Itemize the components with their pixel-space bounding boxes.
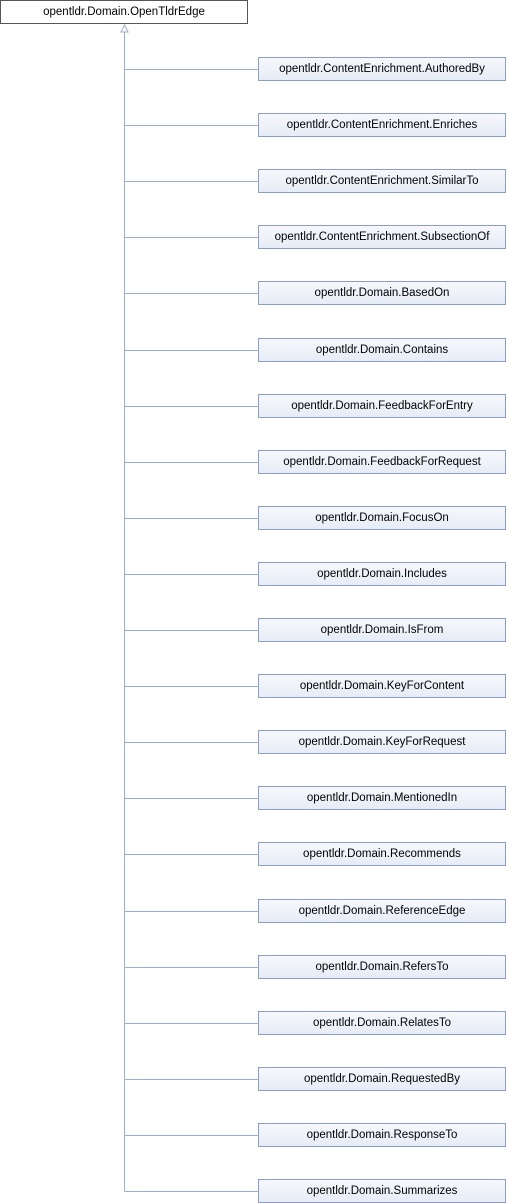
derived-class-node[interactable]: opentldr.Domain.Includes xyxy=(258,562,506,586)
derived-class-node[interactable]: opentldr.Domain.FocusOn xyxy=(258,506,506,530)
derived-class-node[interactable]: opentldr.Domain.BasedOn xyxy=(258,281,506,305)
derived-class-node[interactable]: opentldr.Domain.Summarizes xyxy=(258,1179,506,1203)
base-class-node[interactable]: opentldr.Domain.OpenTldrEdge xyxy=(0,0,248,24)
derived-class-node[interactable]: opentldr.Domain.Contains xyxy=(258,338,506,362)
derived-class-node[interactable]: opentldr.Domain.ResponseTo xyxy=(258,1123,506,1147)
derived-class-node[interactable]: opentldr.ContentEnrichment.AuthoredBy xyxy=(258,57,506,81)
derived-class-node[interactable]: opentldr.Domain.RelatesTo xyxy=(258,1011,506,1035)
derived-class-node[interactable]: opentldr.ContentEnrichment.SimilarTo xyxy=(258,169,506,193)
derived-class-node[interactable]: opentldr.Domain.IsFrom xyxy=(258,618,506,642)
derived-class-node[interactable]: opentldr.Domain.MentionedIn xyxy=(258,786,506,810)
derived-class-node[interactable]: opentldr.Domain.KeyForRequest xyxy=(258,730,506,754)
derived-class-node[interactable]: opentldr.Domain.RequestedBy xyxy=(258,1067,506,1091)
derived-class-node[interactable]: opentldr.Domain.FeedbackForRequest xyxy=(258,450,506,474)
derived-class-node[interactable]: opentldr.Domain.FeedbackForEntry xyxy=(258,394,506,418)
derived-class-node[interactable]: opentldr.ContentEnrichment.Enriches xyxy=(258,113,506,137)
derived-class-node[interactable]: opentldr.Domain.ReferenceEdge xyxy=(258,899,506,923)
derived-class-node[interactable]: opentldr.ContentEnrichment.SubsectionOf xyxy=(258,225,506,249)
derived-class-node[interactable]: opentldr.Domain.RefersTo xyxy=(258,955,506,979)
derived-class-node[interactable]: opentldr.Domain.Recommends xyxy=(258,842,506,866)
derived-class-node[interactable]: opentldr.Domain.KeyForContent xyxy=(258,674,506,698)
inheritance-arrowhead xyxy=(120,23,129,33)
inheritance-diagram: opentldr.Domain.OpenTldrEdge opentldr.Co… xyxy=(0,0,506,1203)
